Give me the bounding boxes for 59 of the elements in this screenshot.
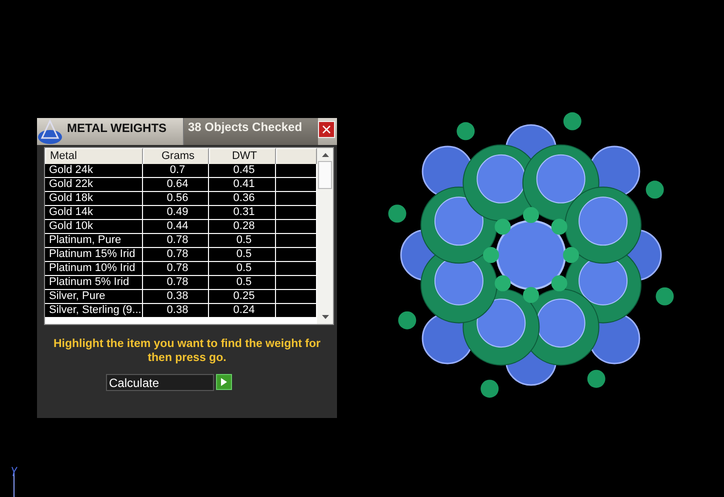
table-cell[interactable] xyxy=(276,220,317,234)
table-cell[interactable]: 0.38 xyxy=(143,304,209,318)
table-cell[interactable]: 0.78 xyxy=(143,276,209,290)
table-cell[interactable]: 0.64 xyxy=(143,178,209,192)
table-cell[interactable]: Gold 14k xyxy=(45,206,143,220)
play-icon xyxy=(221,378,227,386)
column-header[interactable]: Grams xyxy=(143,148,209,165)
table-cell[interactable]: 0.24 xyxy=(209,304,276,318)
scroll-thumb[interactable] xyxy=(318,161,332,189)
table-cell[interactable]: 0.5 xyxy=(209,248,276,262)
action-field[interactable]: Calculate xyxy=(106,374,214,391)
table-cell[interactable]: 0.25 xyxy=(209,290,276,304)
table-cell[interactable]: Gold 22k xyxy=(45,178,143,192)
table-cell[interactable]: 0.5 xyxy=(209,262,276,276)
table-cell[interactable] xyxy=(276,206,317,220)
table-cell[interactable]: 0.5 xyxy=(209,234,276,248)
instruction-text: Highlight the item you want to find the weight for then press go. xyxy=(52,337,322,365)
table-cell[interactable] xyxy=(276,248,317,262)
go-button[interactable] xyxy=(216,374,232,390)
objects-checked-status: 38 Objects Checked xyxy=(184,118,318,145)
table-cell[interactable]: Silver, Sterling (9... xyxy=(45,304,143,318)
table-cell[interactable]: Platinum, Pure xyxy=(45,234,143,248)
table-cell[interactable]: 0.56 xyxy=(143,192,209,206)
pyramid-icon xyxy=(37,118,63,145)
table-cell[interactable]: Platinum 5% Irid xyxy=(45,276,143,290)
table-cell[interactable] xyxy=(276,192,317,206)
table-cell[interactable]: 0.36 xyxy=(209,192,276,206)
table-cell[interactable] xyxy=(276,304,317,318)
table-cell[interactable]: 0.49 xyxy=(143,206,209,220)
table-cell[interactable]: Gold 24k xyxy=(45,164,143,178)
table-cell[interactable]: Silver, Pure xyxy=(45,290,143,304)
table-cell[interactable]: 0.44 xyxy=(143,220,209,234)
table-cell[interactable]: 0.38 xyxy=(143,290,209,304)
close-button[interactable] xyxy=(318,121,335,138)
table-cell[interactable]: 0.7 xyxy=(143,164,209,178)
close-icon xyxy=(322,125,331,134)
table-cell[interactable] xyxy=(276,164,317,178)
table-cell[interactable]: 0.45 xyxy=(209,164,276,178)
column-header[interactable]: DWT xyxy=(209,148,276,165)
table-cell[interactable]: 0.78 xyxy=(143,234,209,248)
table-cell[interactable]: Gold 18k xyxy=(45,192,143,206)
table-cell[interactable] xyxy=(276,276,317,290)
scrollbar[interactable] xyxy=(317,148,333,324)
table-cell[interactable] xyxy=(276,262,317,276)
table-cell[interactable]: 0.31 xyxy=(209,206,276,220)
table-cell[interactable]: 0.78 xyxy=(143,248,209,262)
table-cell[interactable]: 0.41 xyxy=(209,178,276,192)
table-cell[interactable] xyxy=(276,234,317,248)
table-cell[interactable]: 0.5 xyxy=(209,276,276,290)
table-cell[interactable]: Platinum 10% Irid xyxy=(45,262,143,276)
down-arrow-icon[interactable] xyxy=(322,315,328,319)
table-cell[interactable] xyxy=(276,290,317,304)
column-header[interactable]: Metal xyxy=(45,148,143,165)
table-cell[interactable]: Platinum 15% Irid xyxy=(45,248,143,262)
table-cell[interactable]: Gold 10k xyxy=(45,220,143,234)
table-cell[interactable]: 0.28 xyxy=(209,220,276,234)
up-arrow-icon[interactable] xyxy=(322,153,328,157)
table-cell[interactable] xyxy=(276,178,317,192)
table-cell[interactable]: 0.78 xyxy=(143,262,209,276)
